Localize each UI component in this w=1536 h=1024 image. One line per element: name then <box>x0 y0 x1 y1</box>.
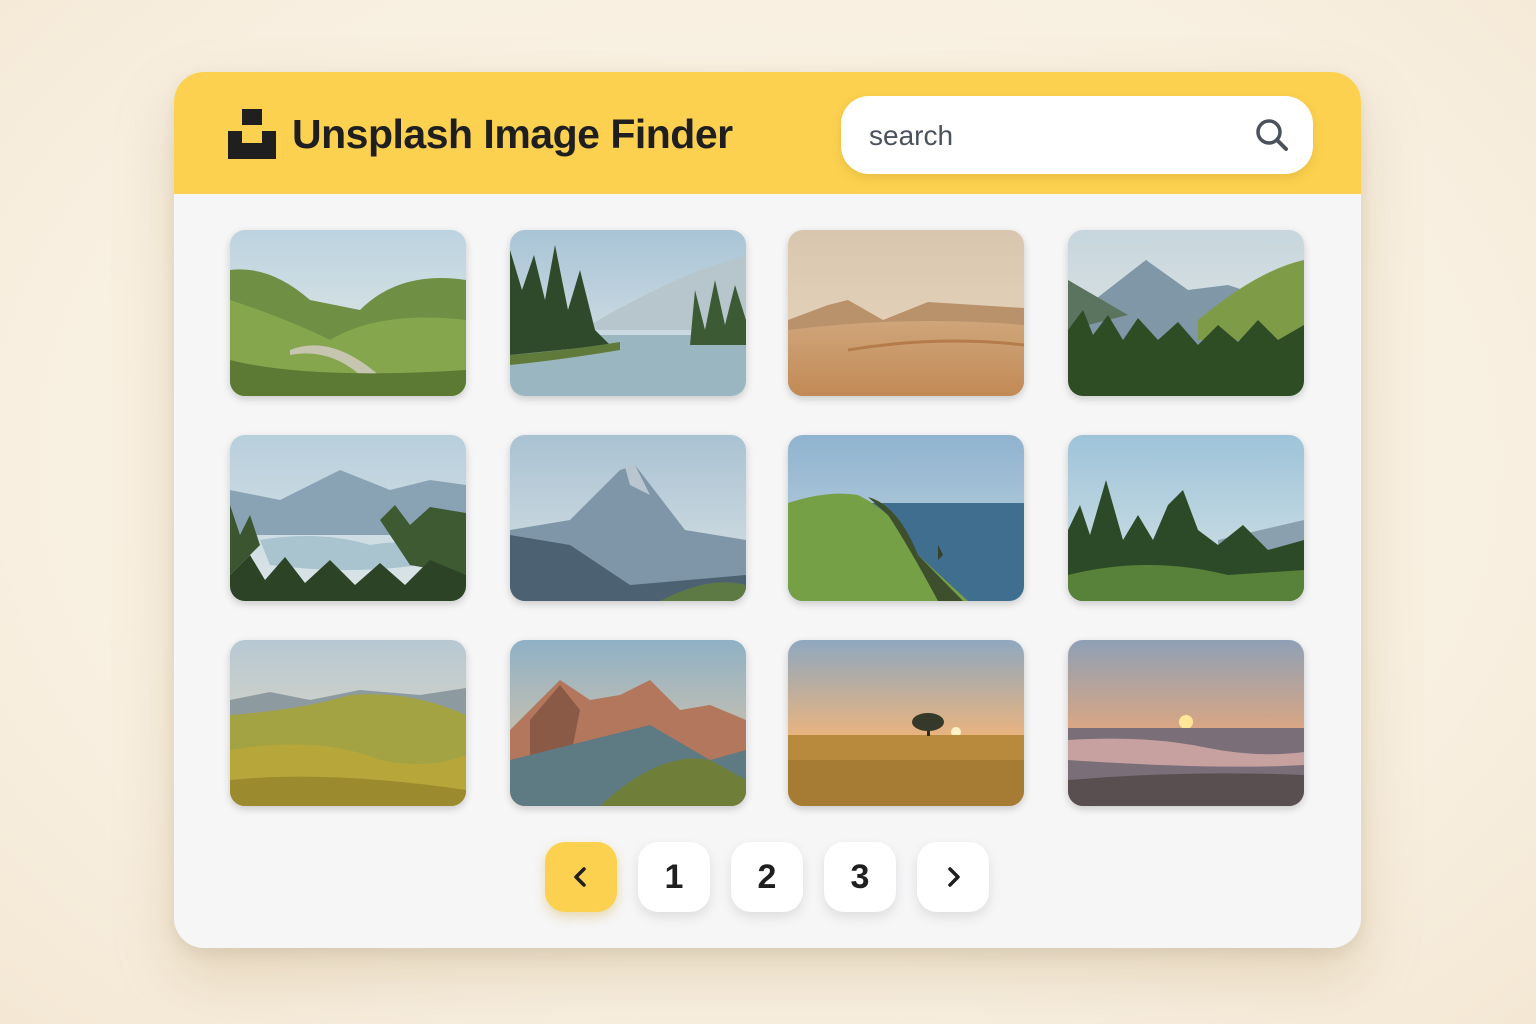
landscape-image <box>788 230 1024 396</box>
unsplash-logo-icon <box>228 109 276 159</box>
search-input[interactable] <box>867 114 1241 158</box>
page-2-button[interactable]: 2 <box>731 842 803 912</box>
search-icon[interactable] <box>1253 116 1291 154</box>
image-card[interactable] <box>510 435 746 601</box>
image-card[interactable] <box>230 230 466 396</box>
image-card[interactable] <box>230 640 466 806</box>
landscape-image <box>510 435 746 601</box>
landscape-image <box>230 435 466 601</box>
image-card[interactable] <box>510 230 746 396</box>
page-3-button[interactable]: 3 <box>824 842 896 912</box>
image-card[interactable] <box>510 640 746 806</box>
header-bar: Unsplash Image Finder <box>174 72 1361 194</box>
app-window: Unsplash Image Finder search 1 2 3 <box>174 72 1361 948</box>
landscape-image <box>230 230 466 396</box>
image-card[interactable] <box>788 640 1024 806</box>
landscape-image <box>788 640 1024 806</box>
next-page-button[interactable] <box>917 842 989 912</box>
landscape-image <box>230 640 466 806</box>
search-box[interactable] <box>841 96 1313 174</box>
image-card[interactable] <box>1068 230 1304 396</box>
prev-page-button[interactable] <box>545 842 617 912</box>
landscape-image <box>1068 230 1304 396</box>
image-card[interactable] <box>788 230 1024 396</box>
landscape-image <box>510 640 746 806</box>
image-card[interactable] <box>230 435 466 601</box>
image-card[interactable] <box>788 435 1024 601</box>
landscape-image <box>1068 640 1304 806</box>
landscape-image <box>510 230 746 396</box>
chevron-left-icon <box>574 867 586 887</box>
page-1-button[interactable]: 1 <box>638 842 710 912</box>
chevron-right-icon <box>948 867 960 887</box>
landscape-image <box>1068 435 1304 601</box>
image-card[interactable] <box>1068 435 1304 601</box>
app-title: Unsplash Image Finder <box>292 111 733 157</box>
landscape-image <box>788 435 1024 601</box>
image-card[interactable] <box>1068 640 1304 806</box>
